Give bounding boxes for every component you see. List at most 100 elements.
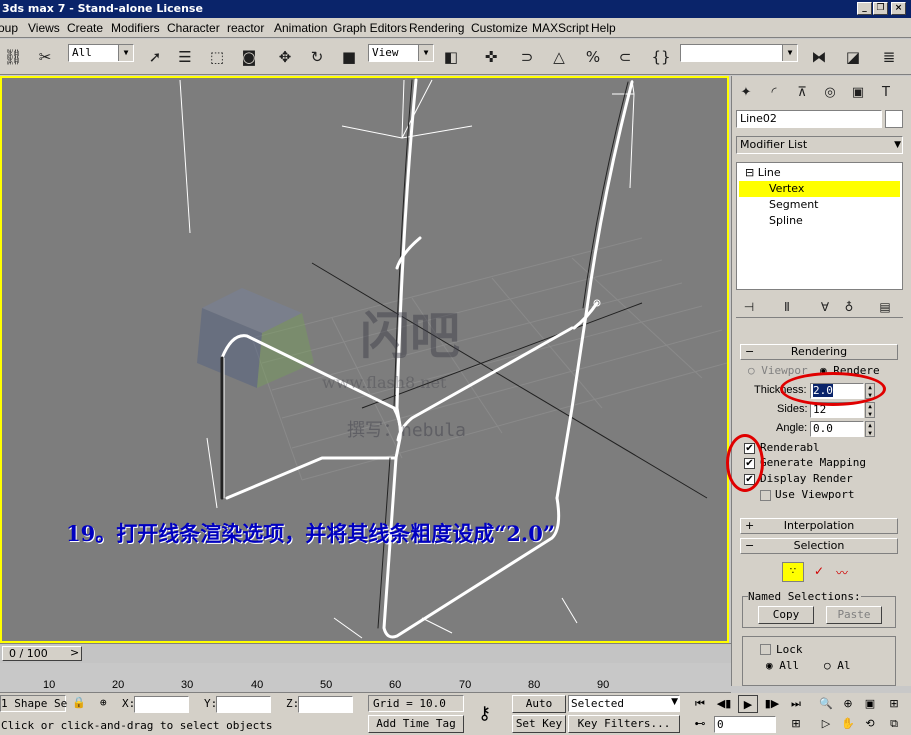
spinner-arrows-icon[interactable]: ▲ ▼	[865, 402, 875, 418]
add-time-tag-button[interactable]: Add Time Tag	[368, 715, 464, 733]
menu-modifiers[interactable]: Modifiers	[111, 21, 160, 35]
modify-tab-icon[interactable]: ◜	[762, 81, 786, 105]
angle-spinner[interactable]: 0.0 ▲ ▼	[810, 421, 875, 437]
zoom-icon[interactable]: 🔍	[816, 695, 836, 713]
pin-stack-icon[interactable]: ⊣	[736, 294, 762, 320]
use-viewport-checkbox[interactable]	[760, 490, 771, 501]
x-coordinate-field[interactable]	[134, 696, 189, 713]
zoom-extents-icon[interactable]: ▣	[860, 695, 880, 713]
key-mode-icon[interactable]: ⚷	[478, 703, 491, 724]
radio-all[interactable]: ◉ All	[766, 659, 799, 672]
auto-key-button[interactable]: Auto Key	[512, 695, 566, 726]
move-icon[interactable]: ✥	[272, 44, 298, 70]
create-tab-icon[interactable]: ✦	[734, 81, 758, 105]
go-to-end-icon[interactable]: ⏭	[786, 695, 806, 713]
field-of-view-icon[interactable]: ▷	[816, 715, 836, 733]
show-end-result-icon[interactable]: Ⅱ	[774, 294, 800, 320]
absolute-mode-icon[interactable]: ⊕	[100, 696, 107, 709]
spinner-snap-icon[interactable]: ⊂	[612, 44, 638, 70]
menu-animation[interactable]: Animation	[274, 21, 327, 35]
percent-snap-icon[interactable]: %	[580, 44, 606, 70]
stack-item-vertex[interactable]: Vertex	[739, 181, 900, 197]
interpolation-rollout-header[interactable]: + Interpolation	[740, 518, 898, 534]
select-by-name-icon[interactable]: ☰	[172, 44, 198, 70]
spinner-arrows-icon[interactable]: ▲ ▼	[865, 421, 875, 437]
time-configuration-icon[interactable]: ⊞	[786, 715, 806, 733]
remove-modifier-icon[interactable]: ♁	[836, 294, 862, 320]
pivot-center-icon[interactable]: ◧	[438, 44, 464, 70]
spline-level-icon[interactable]: 〰	[832, 564, 852, 580]
track-bar[interactable]: 10 20 30 40 50 60 70 80 90	[0, 663, 731, 693]
pan-icon[interactable]: ✋	[838, 715, 858, 733]
zoom-extents-all-icon[interactable]: ⊞	[884, 695, 904, 713]
menu-reactor[interactable]: reactor	[227, 21, 264, 35]
menu-views[interactable]: Views	[28, 21, 60, 35]
rotate-icon[interactable]: ↻	[304, 44, 330, 70]
previous-frame-icon[interactable]: ◀▮	[714, 695, 734, 713]
segment-level-icon[interactable]: ✓	[810, 564, 828, 580]
rectangular-selection-icon[interactable]: ⬚	[204, 44, 230, 70]
rendering-rollout-header[interactable]: − Rendering	[740, 344, 898, 360]
minimize-button[interactable]: _	[857, 2, 872, 15]
set-key-button[interactable]: Set Key	[512, 715, 566, 733]
menu-customize[interactable]: Customize	[471, 21, 528, 35]
named-selection-set-dropdown[interactable]: ▼	[680, 44, 798, 62]
hierarchy-tab-icon[interactable]: ⊼	[790, 81, 814, 105]
motion-tab-icon[interactable]: ◎	[818, 81, 842, 105]
angle-snap-icon[interactable]: △	[546, 44, 572, 70]
radio-al[interactable]: ○ Al	[824, 659, 851, 672]
chevron-right-icon[interactable]: >	[70, 646, 79, 659]
copy-button[interactable]: Copy	[758, 606, 814, 624]
make-unique-icon[interactable]: ∀	[812, 294, 838, 320]
menu-group[interactable]: oup	[0, 21, 18, 35]
align-icon[interactable]: ◪	[840, 44, 866, 70]
lock-selection-icon[interactable]: 🔒	[72, 696, 86, 709]
vertex-level-icon[interactable]: ∵	[782, 562, 804, 582]
display-tab-icon[interactable]: ▣	[846, 81, 870, 105]
unlink-icon[interactable]: ✂	[32, 44, 58, 70]
reference-coordinate-dropdown[interactable]: View ▼	[368, 44, 434, 62]
time-slider[interactable]: 0 / 100 >	[0, 643, 731, 663]
edit-named-selections-icon[interactable]: {}	[648, 44, 674, 70]
restore-button[interactable]: ❐	[873, 2, 888, 15]
y-coordinate-field[interactable]	[216, 696, 271, 713]
maximize-viewport-icon[interactable]: ⧉	[884, 715, 904, 733]
zoom-all-icon[interactable]: ⊕	[838, 695, 858, 713]
scale-icon[interactable]: ■	[336, 44, 362, 70]
arc-rotate-icon[interactable]: ⟲	[860, 715, 880, 733]
layer-manager-icon[interactable]: ≣	[876, 44, 902, 70]
menu-character[interactable]: Character	[167, 21, 220, 35]
menu-create[interactable]: Create	[67, 21, 103, 35]
close-button[interactable]: ×	[891, 2, 906, 15]
selection-filter-dropdown[interactable]: All ▼	[68, 44, 134, 62]
menu-graph-editors[interactable]: Graph Editors	[333, 21, 407, 35]
configure-sets-icon[interactable]: ▤	[872, 294, 898, 320]
menu-rendering[interactable]: Rendering	[409, 21, 464, 35]
stack-item-segment[interactable]: Segment	[745, 197, 819, 213]
stack-item-spline[interactable]: Spline	[745, 213, 803, 229]
next-frame-icon[interactable]: ▮▶	[762, 695, 782, 713]
play-icon[interactable]: ▶	[738, 695, 758, 713]
perspective-viewport[interactable]: 闪吧 www.flash8.net 撰写：nebula 19。打开线条渲染选项，…	[0, 76, 729, 643]
selection-rollout-header[interactable]: − Selection	[740, 538, 898, 554]
modifier-list-dropdown[interactable]: Modifier List ▼	[736, 136, 903, 154]
stack-item-line[interactable]: ⊟ Line	[745, 165, 781, 181]
modifier-stack[interactable]: ⊟ Line Vertex Segment Spline	[736, 162, 903, 290]
select-link-icon[interactable]: ⛓	[0, 44, 26, 70]
menu-help[interactable]: Help	[591, 21, 616, 35]
select-manipulate-icon[interactable]: ✜	[478, 44, 504, 70]
snap-3d-icon[interactable]: ⊃	[514, 44, 540, 70]
lock-checkbox[interactable]	[760, 644, 771, 655]
object-color-swatch[interactable]	[885, 110, 903, 128]
paste-button[interactable]: Paste	[826, 606, 882, 624]
utilities-tab-icon[interactable]: T	[874, 81, 898, 105]
current-frame-field[interactable]: 0	[714, 716, 776, 733]
mirror-icon[interactable]: ⧓	[806, 44, 832, 70]
object-name-field[interactable]: Line02	[736, 110, 882, 128]
z-coordinate-field[interactable]	[298, 696, 353, 713]
key-mode-toggle-icon[interactable]: ⊷	[690, 715, 710, 733]
menu-maxscript[interactable]: MAXScript	[532, 21, 589, 35]
window-crossing-icon[interactable]: ◙	[236, 44, 262, 70]
select-object-icon[interactable]: ➚	[142, 44, 168, 70]
key-filters-button[interactable]: Key Filters...	[568, 715, 680, 733]
